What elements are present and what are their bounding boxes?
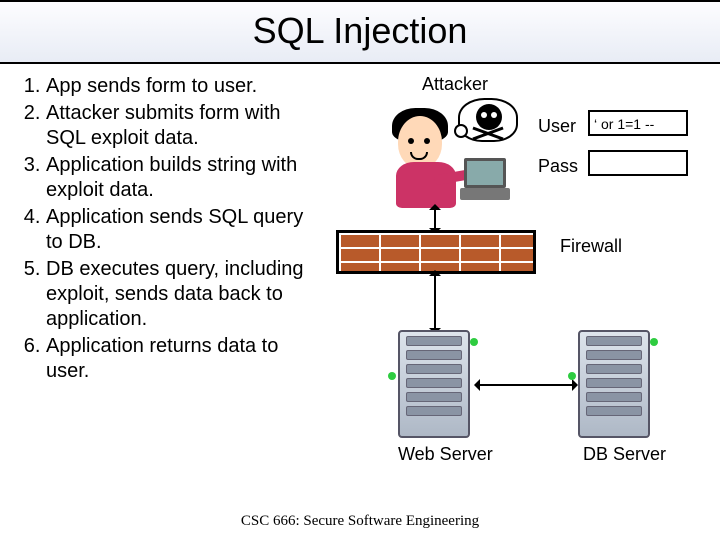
server-slot (586, 378, 642, 388)
server-led-icon (650, 338, 658, 346)
arrow-attacker-to-firewall (434, 208, 436, 230)
server-led-icon (388, 372, 396, 380)
server-slot (406, 378, 462, 388)
pass-input-field[interactable] (588, 150, 688, 176)
server-slot (406, 350, 462, 360)
footer-text: CSC 666: Secure Software Engineering (0, 513, 720, 530)
attacker-eye-right (424, 138, 430, 144)
db-server-label: DB Server (583, 444, 666, 465)
server-slot (586, 350, 642, 360)
attacker-head (398, 116, 442, 168)
db-server-icon (578, 330, 650, 438)
server-slot (406, 364, 462, 374)
laptop-screen (464, 158, 506, 188)
server-slot (586, 364, 642, 374)
server-slot (406, 406, 462, 416)
laptop-base (460, 188, 510, 200)
laptop-icon (460, 158, 510, 202)
title-bar: SQL Injection (0, 0, 720, 64)
steps-list: App sends form to user. Attacker submits… (18, 74, 318, 484)
web-server-icon (398, 330, 470, 438)
arrow-web-to-db (478, 384, 574, 386)
attacker-label: Attacker (422, 74, 488, 95)
server-slot (406, 392, 462, 402)
server-slot (406, 336, 462, 346)
server-led-icon (470, 338, 478, 346)
step-2: Attacker submits form with SQL exploit d… (46, 101, 318, 151)
server-slot (586, 336, 642, 346)
server-slot (586, 406, 642, 416)
arrow-firewall-to-webserver (434, 274, 436, 330)
pass-field-label: Pass (538, 156, 578, 177)
step-3: Application builds string with exploit d… (46, 153, 318, 203)
attacker-body (396, 162, 456, 208)
step-5: DB executes query, including exploit, se… (46, 257, 318, 332)
user-field-label: User (538, 116, 576, 137)
skull-icon (476, 104, 502, 130)
step-6: Application returns data to user. (46, 334, 318, 384)
server-slot (586, 392, 642, 402)
firewall-label: Firewall (560, 236, 622, 257)
web-server-label: Web Server (398, 444, 493, 465)
step-4: Application sends SQL query to DB. (46, 205, 318, 255)
step-1: App sends form to user. (46, 74, 318, 99)
server-led-icon (568, 372, 576, 380)
user-input-field[interactable]: ‘ or 1=1 -- (588, 110, 688, 136)
diagram: Attacker User ‘ or 1=1 -- Pass Firewall (318, 74, 710, 484)
content-area: App sends form to user. Attacker submits… (0, 64, 720, 484)
crossbones-icon (466, 128, 510, 138)
page-title: SQL Injection (0, 10, 720, 52)
attacker-eye-left (408, 138, 414, 144)
attacker-figure (388, 98, 518, 208)
